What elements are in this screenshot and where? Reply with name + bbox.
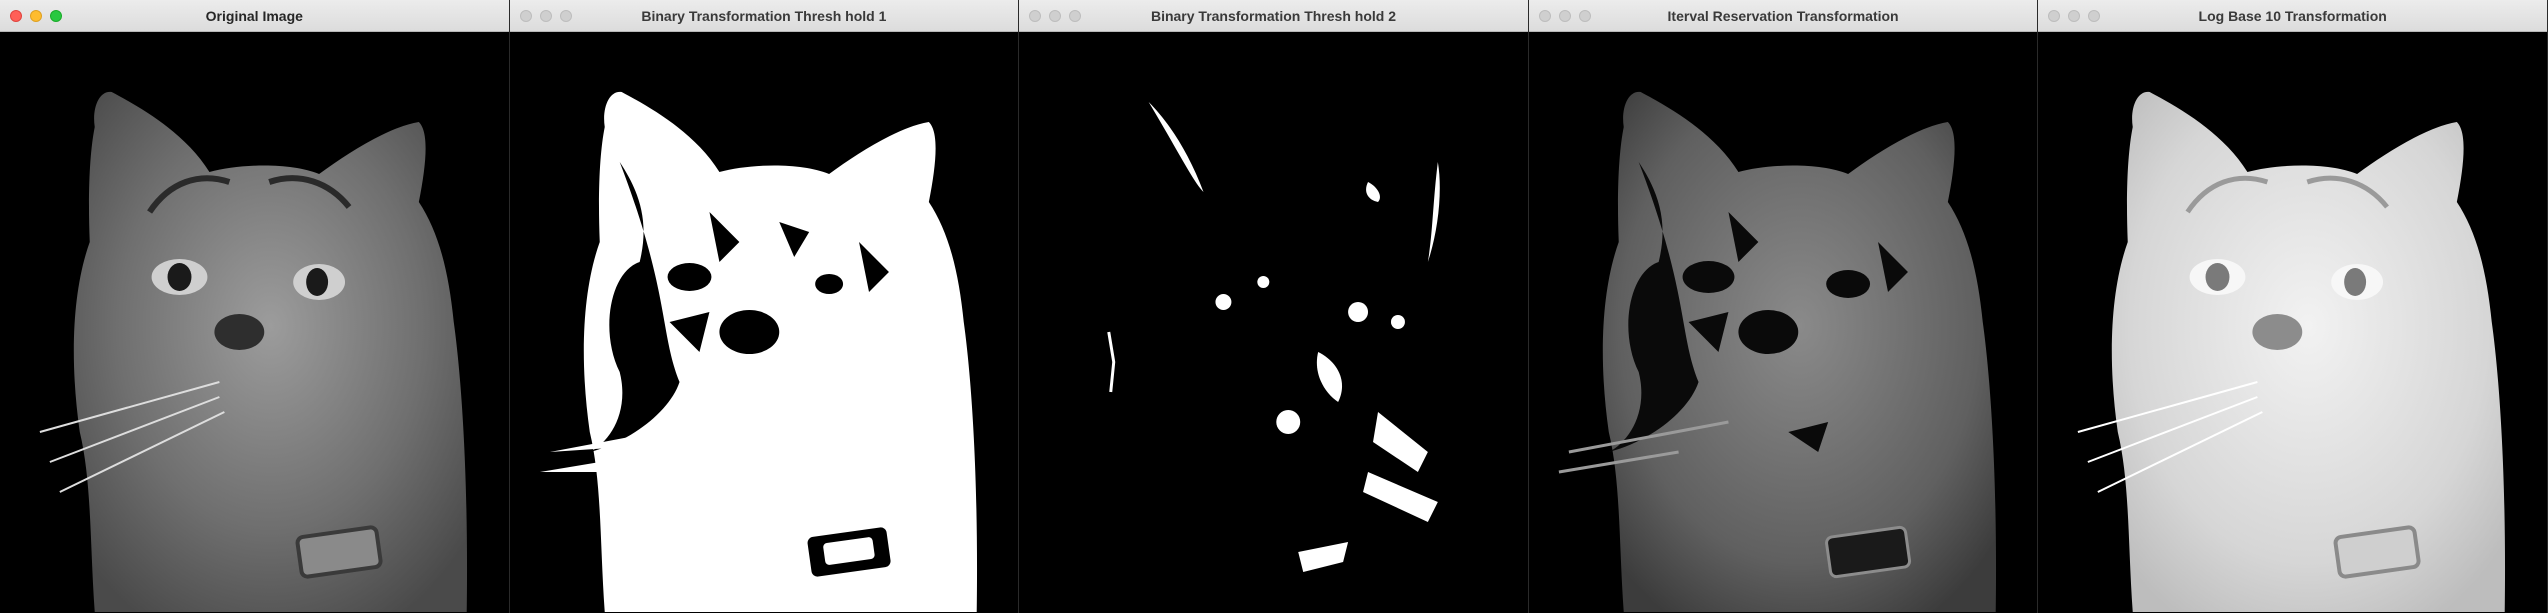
titlebar[interactable]: Iterval Reservation Transformation [1528, 0, 2038, 32]
window-log-base-10[interactable]: Log Base 10 Transformation [2038, 0, 2548, 613]
cat-image-binary-1 [539, 91, 977, 612]
minimize-icon[interactable] [30, 10, 42, 22]
zoom-icon[interactable] [2088, 10, 2101, 22]
window-binary-threshold-1[interactable]: Binary Transformation Thresh hold 1 [509, 0, 1020, 613]
zoom-icon[interactable] [50, 10, 62, 22]
cat-image-log [2077, 91, 2506, 612]
image-canvas [1528, 32, 2038, 613]
image-canvas [509, 32, 1019, 613]
image-canvas [2038, 32, 2547, 613]
close-icon[interactable] [1029, 10, 1042, 22]
close-icon[interactable] [10, 10, 22, 22]
traffic-lights [1538, 10, 1591, 22]
window-interval-reservation[interactable]: Iterval Reservation Transformation [1528, 0, 2039, 613]
close-icon[interactable] [2048, 10, 2061, 22]
image-canvas [0, 32, 509, 613]
window-title: Log Base 10 Transformation [2198, 7, 2387, 24]
cat-image-interval [1558, 91, 1996, 612]
titlebar[interactable]: Log Base 10 Transformation [2038, 0, 2547, 32]
window-title: Iterval Reservation Transformation [1667, 7, 1899, 24]
window-binary-threshold-2[interactable]: Binary Transformation Thresh hold 2 [1019, 0, 1529, 613]
window-title: Binary Transformation Thresh hold 2 [1150, 7, 1396, 24]
image-canvas [1019, 32, 1528, 613]
window-title: Original Image [205, 7, 303, 24]
window-title: Binary Transformation Thresh hold 1 [641, 7, 887, 24]
minimize-icon[interactable] [1558, 10, 1571, 22]
traffic-lights [10, 10, 62, 22]
close-icon[interactable] [1538, 10, 1551, 22]
cat-image-original [39, 91, 468, 612]
titlebar[interactable]: Binary Transformation Thresh hold 2 [1019, 0, 1528, 32]
cat-image-binary-2 [1019, 32, 1528, 613]
minimize-icon[interactable] [539, 10, 552, 22]
zoom-icon[interactable] [1069, 10, 1082, 22]
traffic-lights [1029, 10, 1082, 22]
zoom-icon[interactable] [559, 10, 572, 22]
minimize-icon[interactable] [2068, 10, 2081, 22]
close-icon[interactable] [519, 10, 532, 22]
traffic-lights [519, 10, 572, 22]
traffic-lights [2048, 10, 2101, 22]
window-original-image[interactable]: Original Image [0, 0, 510, 613]
titlebar[interactable]: Original Image [0, 0, 509, 32]
minimize-icon[interactable] [1049, 10, 1062, 22]
zoom-icon[interactable] [1578, 10, 1591, 22]
titlebar[interactable]: Binary Transformation Thresh hold 1 [509, 0, 1019, 32]
